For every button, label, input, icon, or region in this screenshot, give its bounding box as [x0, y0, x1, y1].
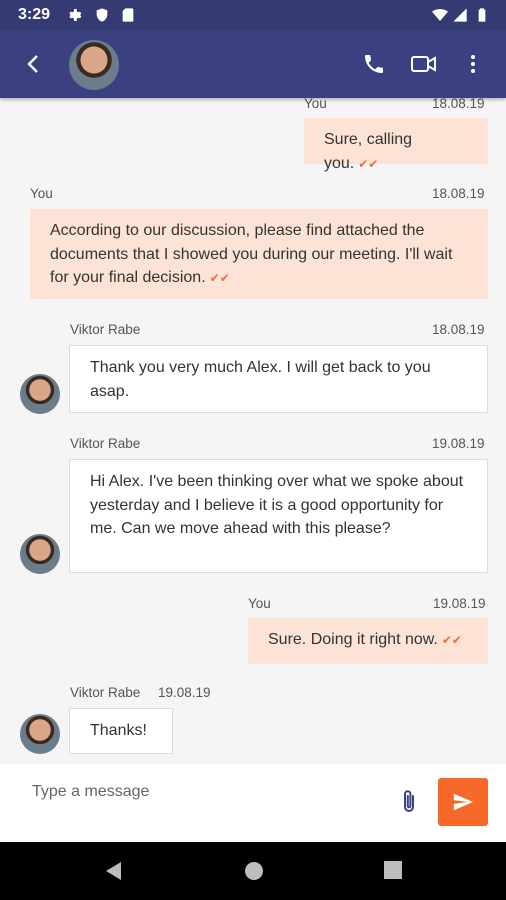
double-check-icon: ✔✔ [441, 633, 462, 647]
message-date: 19.08.19 [158, 685, 211, 700]
message-text: Hi Alex. I've been thinking over what we… [90, 473, 464, 537]
contact-avatar[interactable] [69, 40, 119, 90]
message-sender: You [304, 98, 327, 111]
message-date: 19.08.19 [433, 596, 486, 611]
message-date: 18.08.19 [432, 98, 485, 111]
chat-header [0, 30, 506, 98]
home-nav-icon[interactable] [243, 860, 265, 882]
message-input[interactable]: Type a message [32, 783, 149, 801]
phone-icon[interactable] [362, 52, 386, 76]
arrow-left-icon[interactable] [22, 52, 46, 76]
double-check-icon: ✔✔ [209, 271, 230, 285]
avatar[interactable] [20, 714, 60, 754]
settings-icon [69, 9, 82, 21]
paperclip-icon[interactable] [398, 788, 420, 816]
message-text: Sure. Doing it right now. [268, 631, 438, 648]
sd-card-icon [122, 8, 134, 22]
message-date: 18.08.19 [432, 322, 485, 337]
incoming-message[interactable]: Thanks! [69, 708, 173, 754]
outgoing-message[interactable]: Sure. Doing it right now. ✔✔ [248, 618, 488, 664]
system-nav-bar [0, 842, 506, 900]
message-composer: Type a message [0, 764, 506, 842]
message-sender: Viktor Rabe [70, 436, 141, 451]
more-vertical-icon[interactable] [461, 52, 485, 76]
send-icon [453, 793, 474, 811]
message-list[interactable]: You 18.08.19 Sure, calling you. ✔✔ You 18… [0, 98, 506, 764]
avatar[interactable] [20, 374, 60, 414]
double-check-icon: ✔✔ [358, 156, 379, 171]
outgoing-message[interactable]: Sure, calling you. ✔✔ [304, 118, 488, 172]
recents-nav-icon[interactable] [383, 860, 403, 880]
avatar[interactable] [20, 534, 60, 574]
message-text: Thanks! [90, 722, 147, 739]
wifi-icon [432, 9, 448, 21]
message-date: 18.08.19 [432, 186, 485, 201]
back-nav-icon[interactable] [103, 860, 123, 882]
message-sender: Viktor Rabe [70, 322, 141, 337]
outgoing-message[interactable]: According to our discussion, please find… [30, 209, 488, 299]
message-text: According to our discussion, please find… [50, 222, 453, 286]
signal-icon [453, 8, 467, 22]
status-bar: 3:29 [0, 0, 506, 30]
message-sender: You [30, 186, 53, 201]
video-icon[interactable] [410, 52, 438, 76]
send-button[interactable] [438, 778, 488, 826]
message-sender: You [248, 596, 271, 611]
battery-icon [478, 8, 486, 22]
message-text: Thank you very much Alex. I will get bac… [90, 359, 431, 400]
status-time: 3:29 [18, 6, 51, 23]
incoming-message[interactable]: Thank you very much Alex. I will get bac… [69, 345, 488, 413]
message-date: 19.08.19 [432, 436, 485, 451]
incoming-message[interactable]: Hi Alex. I've been thinking over what we… [69, 459, 488, 573]
message-sender: Viktor Rabe [70, 685, 141, 700]
shield-icon [96, 8, 108, 22]
